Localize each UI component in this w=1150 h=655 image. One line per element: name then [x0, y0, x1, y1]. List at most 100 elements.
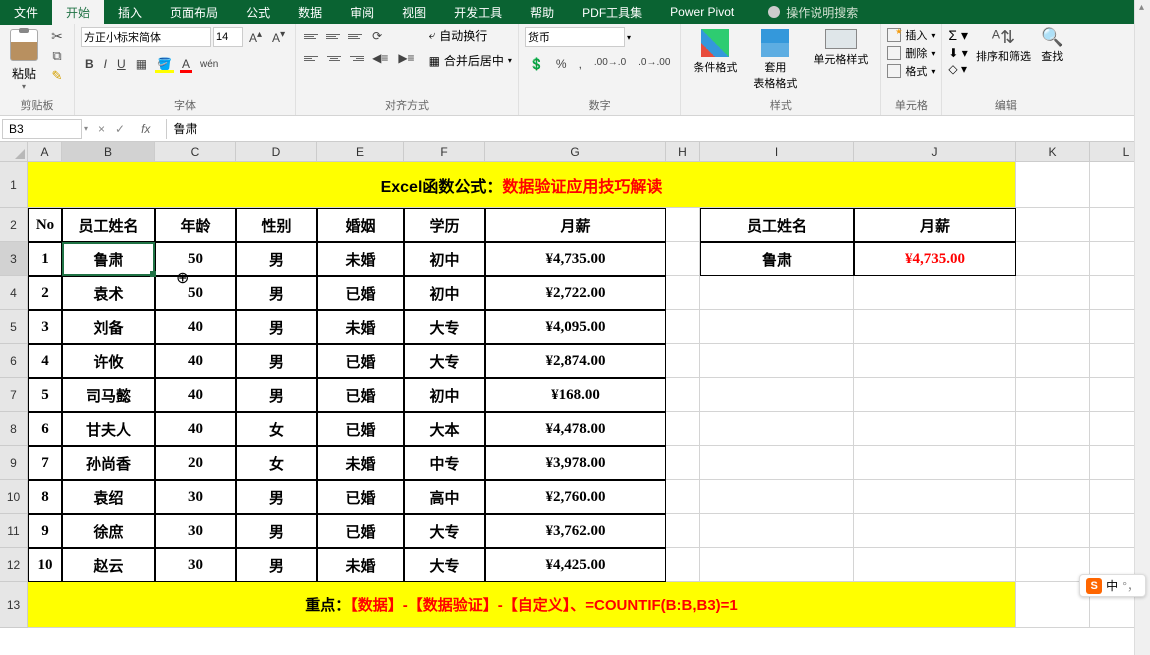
cell-I8[interactable] [700, 412, 854, 446]
cell-J8[interactable] [854, 412, 1016, 446]
cell-H8[interactable] [666, 412, 700, 446]
cell-gender-5[interactable]: 女 [236, 412, 317, 446]
cell-J5[interactable] [854, 310, 1016, 344]
cell-salary-6[interactable]: ¥3,978.00 [485, 446, 666, 480]
accounting-format-button[interactable]: 💲 [525, 55, 548, 73]
cell-no-1[interactable]: 2 [28, 276, 62, 310]
percent-format-button[interactable]: % [552, 55, 571, 73]
col-header-I[interactable]: I [700, 142, 854, 162]
cell-age-6[interactable]: 20 [155, 446, 236, 480]
format-painter-button[interactable]: ✎ [46, 67, 68, 85]
cell-no-2[interactable]: 3 [28, 310, 62, 344]
cell-I10[interactable] [700, 480, 854, 514]
cell-age-7[interactable]: 30 [155, 480, 236, 514]
cell-edu-8[interactable]: 大专 [404, 514, 485, 548]
cell-H9[interactable] [666, 446, 700, 480]
cell-edu-2[interactable]: 大专 [404, 310, 485, 344]
cell-H2[interactable] [666, 208, 700, 242]
cell-no-3[interactable]: 4 [28, 344, 62, 378]
cell-no-9[interactable]: 10 [28, 548, 62, 582]
cell-edu-7[interactable]: 高中 [404, 480, 485, 514]
cell-age-0[interactable]: 50 [155, 242, 236, 276]
tab-powerpivot[interactable]: Power Pivot [656, 1, 748, 23]
cell-age-1[interactable]: 50 [155, 276, 236, 310]
cell-age-9[interactable]: 30 [155, 548, 236, 582]
cell-marriage-3[interactable]: 已婚 [317, 344, 404, 378]
cell-marriage-9[interactable]: 未婚 [317, 548, 404, 582]
phonetic-button[interactable]: wén [196, 57, 222, 72]
row-header-10[interactable]: 10 [0, 480, 28, 514]
col-header-D[interactable]: D [236, 142, 317, 162]
cell-edu-6[interactable]: 中专 [404, 446, 485, 480]
cell-I11[interactable] [700, 514, 854, 548]
cell-salary-3[interactable]: ¥2,874.00 [485, 344, 666, 378]
tab-formulas[interactable]: 公式 [232, 0, 284, 25]
cell-name-5[interactable]: 甘夫人 [62, 412, 155, 446]
paste-button[interactable]: 粘贴 ▾ [6, 27, 42, 93]
cell-I12[interactable] [700, 548, 854, 582]
cell-age-4[interactable]: 40 [155, 378, 236, 412]
header-marriage[interactable]: 婚姻 [317, 208, 404, 242]
cell-K1[interactable] [1016, 162, 1090, 208]
cell-H3[interactable] [666, 242, 700, 276]
col-header-J[interactable]: J [854, 142, 1016, 162]
cell-K8[interactable] [1016, 412, 1090, 446]
select-all-corner[interactable] [0, 142, 28, 162]
cell-I9[interactable] [700, 446, 854, 480]
align-top-button[interactable] [302, 27, 322, 45]
col-header-C[interactable]: C [155, 142, 236, 162]
col-header-B[interactable]: B [62, 142, 155, 162]
title-cell[interactable]: Excel函数公式：数据验证应用技巧解读 [28, 162, 1016, 208]
tab-pagelayout[interactable]: 页面布局 [156, 0, 232, 25]
wrap-text-button[interactable]: ⤶自动换行 [429, 27, 512, 44]
cell-no-7[interactable]: 8 [28, 480, 62, 514]
cell-name-7[interactable]: 袁绍 [62, 480, 155, 514]
number-format-select[interactable] [525, 27, 625, 47]
cell-styles-button[interactable]: 单元格样式 [807, 27, 874, 69]
row-header-6[interactable]: 6 [0, 344, 28, 378]
sort-filter-button[interactable]: ᴬ⇅ 排序和筛选 [976, 27, 1031, 64]
tab-help[interactable]: 帮助 [516, 0, 568, 25]
cell-gender-6[interactable]: 女 [236, 446, 317, 480]
cell-H10[interactable] [666, 480, 700, 514]
vertical-scrollbar[interactable] [1134, 0, 1150, 655]
tell-me-search[interactable]: 操作说明搜索 [768, 4, 858, 21]
cell-edu-5[interactable]: 大本 [404, 412, 485, 446]
tab-view[interactable]: 视图 [388, 0, 440, 25]
cell-no-4[interactable]: 5 [28, 378, 62, 412]
cell-salary-2[interactable]: ¥4,095.00 [485, 310, 666, 344]
fx-button[interactable]: fx [135, 122, 156, 136]
cell-name-1[interactable]: 袁术 [62, 276, 155, 310]
cell-H11[interactable] [666, 514, 700, 548]
cell-K2[interactable] [1016, 208, 1090, 242]
cell-gender-3[interactable]: 男 [236, 344, 317, 378]
cell-salary-0[interactable]: ¥4,735.00 [485, 242, 666, 276]
cell-edu-9[interactable]: 大专 [404, 548, 485, 582]
cell-no-8[interactable]: 9 [28, 514, 62, 548]
cell-H12[interactable] [666, 548, 700, 582]
cell-no-6[interactable]: 7 [28, 446, 62, 480]
font-size-select[interactable] [213, 27, 243, 47]
orientation-button[interactable]: ⟳ [368, 27, 386, 45]
autosum-button[interactable]: Σ ▾ [948, 27, 968, 44]
comma-format-button[interactable]: , [575, 55, 586, 73]
cell-J10[interactable] [854, 480, 1016, 514]
cell-gender-9[interactable]: 男 [236, 548, 317, 582]
row-header-12[interactable]: 12 [0, 548, 28, 582]
header-no[interactable]: No [28, 208, 62, 242]
font-color-button[interactable]: A [178, 55, 194, 73]
confirm-formula-button[interactable]: ✓ [115, 122, 125, 136]
cell-name-6[interactable]: 孙尚香 [62, 446, 155, 480]
formula-input[interactable] [167, 120, 1150, 138]
cell-name-0[interactable]: 鲁肃 [62, 242, 155, 276]
header-gender[interactable]: 性别 [236, 208, 317, 242]
note-cell[interactable]: 重点：【数据】-【数据验证】-【自定义】、=COUNTIF(B:B,B3)=1 [28, 582, 1016, 628]
cell-I7[interactable] [700, 378, 854, 412]
cell-age-8[interactable]: 30 [155, 514, 236, 548]
cell-H7[interactable] [666, 378, 700, 412]
row-header-5[interactable]: 5 [0, 310, 28, 344]
name-box[interactable] [2, 119, 82, 139]
cancel-formula-button[interactable]: × [98, 122, 105, 136]
cell-marriage-5[interactable]: 已婚 [317, 412, 404, 446]
col-header-G[interactable]: G [485, 142, 666, 162]
